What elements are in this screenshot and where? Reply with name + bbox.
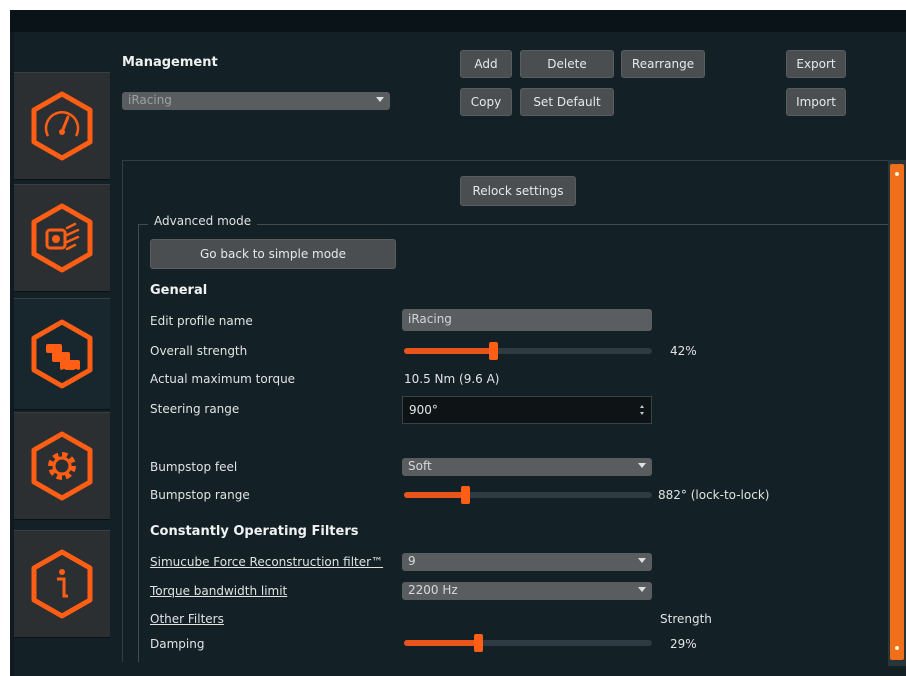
bumpstop-range-value: 882° (lock-to-lock): [658, 488, 770, 502]
group-border-left: [138, 224, 139, 666]
slider-handle[interactable]: [474, 634, 483, 652]
profile-select[interactable]: iRacing: [122, 92, 390, 110]
page-title: Management: [122, 55, 218, 70]
bumpstop-feel-value: Soft: [408, 459, 432, 473]
steering-range-value: 900°: [409, 403, 438, 417]
export-button[interactable]: Export: [786, 50, 846, 78]
filters-heading: Constantly Operating Filters: [150, 524, 359, 539]
simple-mode-button[interactable]: Go back to simple mode: [150, 239, 396, 269]
max-torque-label: Actual maximum torque: [150, 372, 296, 386]
sidebar-item-hardware[interactable]: [14, 184, 110, 292]
profile-select-value: iRacing: [128, 93, 172, 107]
chevron-down-icon: [638, 558, 646, 563]
reconstruction-filter-select[interactable]: 9: [402, 553, 652, 571]
cars-icon: [31, 319, 93, 389]
sidebar-item-dashboard[interactable]: [14, 72, 110, 180]
max-torque-value: 10.5 Nm (9.6 A): [404, 372, 500, 386]
strength-column-header: Strength: [660, 612, 712, 626]
scrollbar-thumb[interactable]: [890, 164, 904, 660]
vertical-scrollbar[interactable]: [888, 160, 906, 666]
import-button[interactable]: Import: [786, 88, 846, 116]
torque-bandwidth-select[interactable]: 2200 Hz: [402, 582, 652, 600]
spin-down-icon[interactable]: [640, 412, 644, 415]
delete-button[interactable]: Delete: [520, 50, 614, 78]
scroll-up-icon[interactable]: [895, 172, 899, 176]
wheel-base-icon: [31, 203, 93, 273]
overall-strength-label: Overall strength: [150, 344, 248, 358]
set-default-button[interactable]: Set Default: [520, 88, 614, 116]
bumpstop-feel-label: Bumpstop feel: [150, 460, 238, 474]
spin-up-icon[interactable]: [640, 405, 644, 408]
bumpstop-feel-select[interactable]: Soft: [402, 458, 652, 476]
speedometer-icon: [31, 91, 93, 161]
sidebar-item-info[interactable]: [14, 530, 110, 638]
gear-icon: [31, 431, 93, 501]
group-title: Advanced mode: [148, 214, 258, 228]
overall-strength-slider[interactable]: [404, 342, 652, 360]
relock-settings-button[interactable]: Relock settings: [460, 176, 576, 206]
chevron-down-icon: [638, 587, 646, 592]
torque-bandwidth-link[interactable]: Torque bandwidth limit: [150, 584, 287, 598]
slider-fill: [404, 348, 493, 354]
chevron-down-icon: [638, 463, 646, 468]
slider-fill: [404, 492, 465, 498]
scroll-down-icon[interactable]: [895, 646, 899, 650]
copy-button[interactable]: Copy: [460, 88, 512, 116]
slider-handle[interactable]: [489, 342, 498, 360]
add-button[interactable]: Add: [460, 50, 512, 78]
bumpstop-range-slider[interactable]: [404, 486, 652, 504]
reconstruction-filter-value: 9: [408, 554, 416, 568]
damping-slider[interactable]: [404, 634, 652, 652]
steering-range-spinbox[interactable]: 900°: [402, 396, 652, 424]
torque-bandwidth-value: 2200 Hz: [408, 583, 458, 597]
damping-value: 29%: [670, 637, 697, 651]
rearrange-button[interactable]: Rearrange: [621, 50, 705, 78]
profile-name-input[interactable]: iRacing: [402, 309, 652, 331]
reconstruction-filter-link[interactable]: Simucube Force Reconstruction filter™: [150, 555, 383, 569]
sidebar-item-settings[interactable]: [14, 412, 110, 520]
bumpstop-range-label: Bumpstop range: [150, 488, 250, 502]
sidebar-item-profiles[interactable]: [14, 298, 110, 410]
slider-handle[interactable]: [461, 486, 470, 504]
chevron-down-icon: [376, 97, 384, 102]
overall-strength-value: 42%: [670, 344, 697, 358]
damping-label: Damping: [150, 637, 205, 651]
info-icon: [31, 549, 93, 619]
other-filters-link[interactable]: Other Filters: [150, 612, 224, 626]
panel-bottom-edge: [122, 662, 888, 668]
general-heading: General: [150, 283, 208, 298]
slider-fill: [404, 640, 478, 646]
window-top-strip: [10, 10, 906, 32]
profile-name-label: Edit profile name: [150, 314, 253, 328]
steering-range-label: Steering range: [150, 402, 240, 416]
